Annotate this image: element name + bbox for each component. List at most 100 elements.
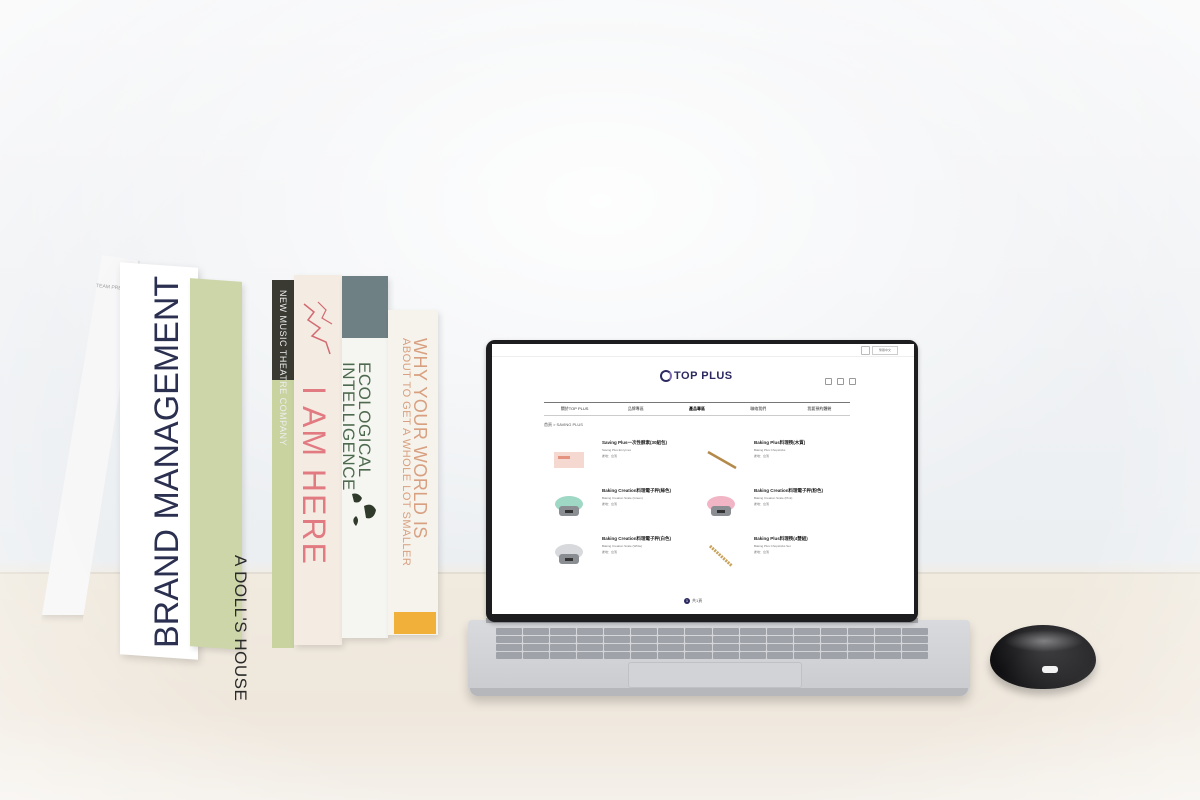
product-desc: Baking Creation Scale (White) [602,544,643,548]
site-topbar: 繁體中文 [492,344,914,357]
keyboard-key [847,628,874,635]
product-name[interactable]: Baking Creation料理電子秤(粉色) [754,488,823,494]
product-desc: Baking Plus Chopsticks Set [754,544,791,548]
product-image [555,496,583,516]
world-map-icon [352,493,376,526]
product-image [707,496,735,516]
facebook-icon[interactable] [825,378,832,385]
keyboard-key [847,652,874,659]
keyboard-key [577,652,604,659]
instagram-icon[interactable] [837,378,844,385]
product-card[interactable]: Baking Creation料理電子秤(粉色) Baking Creation… [702,488,882,530]
keyboard-key [712,652,739,659]
breadcrumb[interactable]: 首頁 > SAVING PLUS [544,422,583,428]
page-total: 共1頁 [692,598,703,603]
keyboard-key [712,644,739,651]
keyboard-key [901,636,928,643]
keyboard-key [712,636,739,643]
keyboard-key [604,652,631,659]
world-title-1: WHY YOUR WORLD IS [410,338,430,539]
product-desc: Baking Plus Chopsticks [754,448,786,452]
product-name[interactable]: Saving Plus一次性酵素(30組包) [602,440,667,446]
keyboard-key [739,636,766,643]
keyboard-key [523,628,550,635]
keyboard-key [739,652,766,659]
keyboard-key [604,636,631,643]
nav-brands[interactable]: 品牌專區 [605,406,666,412]
product-card[interactable]: Baking Plus料理筷(木質) Baking Plus Chopstick… [702,440,882,482]
keyboard-key [766,644,793,651]
keyboard-key [793,636,820,643]
product-meta: 產地：台灣 [754,550,770,554]
keyboard-key [496,628,523,635]
keyboard-key [496,652,523,659]
language-button[interactable]: 繁體中文 [872,346,898,355]
mouse-led [1042,666,1058,673]
page-current[interactable]: 1 [684,598,690,604]
product-meta: 產地：台灣 [602,502,618,506]
keyboard-key [820,652,847,659]
nav-about[interactable]: 關於TOP PLUS [544,406,605,412]
world-book-band [394,612,436,634]
keyboard-key [577,628,604,635]
laptop-base-front [470,688,968,696]
keyboard-key [685,628,712,635]
keyboard-key [631,644,658,651]
keyboard-key [523,644,550,651]
keyboard-key [550,628,577,635]
product-desc: Baking Creation Scale (Green) [602,496,643,500]
keyboard-key [550,636,577,643]
product-name[interactable]: Baking Plus料理筷(4雙組) [754,536,808,542]
logo-ring-icon [660,370,672,382]
keyboard-key [604,628,631,635]
keyboard-key [793,652,820,659]
line-icon[interactable] [849,378,856,385]
keyboard-key [496,636,523,643]
keyboard-key [901,628,928,635]
keyboard-key [766,636,793,643]
nav-contact[interactable]: 聯絡我們 [728,406,789,412]
keyboard-key [820,644,847,651]
keyboard-key [685,636,712,643]
keyboard-key [496,644,523,651]
keyboard-key [658,636,685,643]
site-nav: 關於TOP PLUS 品牌專區 產品專區 聯絡我們 我要預約體驗 [544,402,850,416]
keyboard-key [820,628,847,635]
product-image [707,450,737,470]
laptop-screen: 繁體中文 TOP PLUS 關於TOP PLUS 品牌專區 產品專區 聯絡我們 … [492,344,914,614]
product-card[interactable]: Baking Plus料理筷(4雙組) Baking Plus Chopstic… [702,536,882,578]
theatre-title: NEW MUSIC THEATRE COMPANY [278,290,288,447]
product-image [554,452,584,468]
keyboard-key [577,636,604,643]
ecological-title-2: INTELLIGENCE [339,362,358,491]
nav-booking[interactable]: 我要預約體驗 [789,406,850,412]
product-name[interactable]: Baking Creation料理電子秤(綠色) [602,488,671,494]
search-icon[interactable] [861,346,870,355]
social-links [825,378,856,385]
pagination: 1 共1頁 [684,598,702,604]
site-logo[interactable]: TOP PLUS [660,370,733,382]
product-image [708,544,734,568]
world-title-2: ABOUT TO GET A WHOLE LOT SMALLER [400,338,412,567]
keyboard-key [577,644,604,651]
product-meta: 產地：台灣 [754,502,770,506]
keyboard-key [901,652,928,659]
laptop-trackpad [628,662,802,688]
logo-text: TOP PLUS [674,370,733,382]
keyboard-key [847,636,874,643]
product-image [555,544,583,564]
brand-management-title: BRAND MANAGEMENT [148,275,186,648]
keyboard-key [658,628,685,635]
keyboard-key [739,628,766,635]
i-am-here-art [303,301,333,355]
keyboard-key [604,644,631,651]
product-name[interactable]: Baking Creation料理電子秤(白色) [602,536,671,542]
keyboard-key [658,644,685,651]
product-name[interactable]: Baking Plus料理筷(木質) [754,440,805,446]
i-am-here-title: I AM HERE [296,386,332,566]
keyboard-key [793,628,820,635]
keyboard-key [523,636,550,643]
nav-products[interactable]: 產品專區 [666,406,727,412]
keyboard-key [820,636,847,643]
product-meta: 產地：台灣 [602,550,618,554]
